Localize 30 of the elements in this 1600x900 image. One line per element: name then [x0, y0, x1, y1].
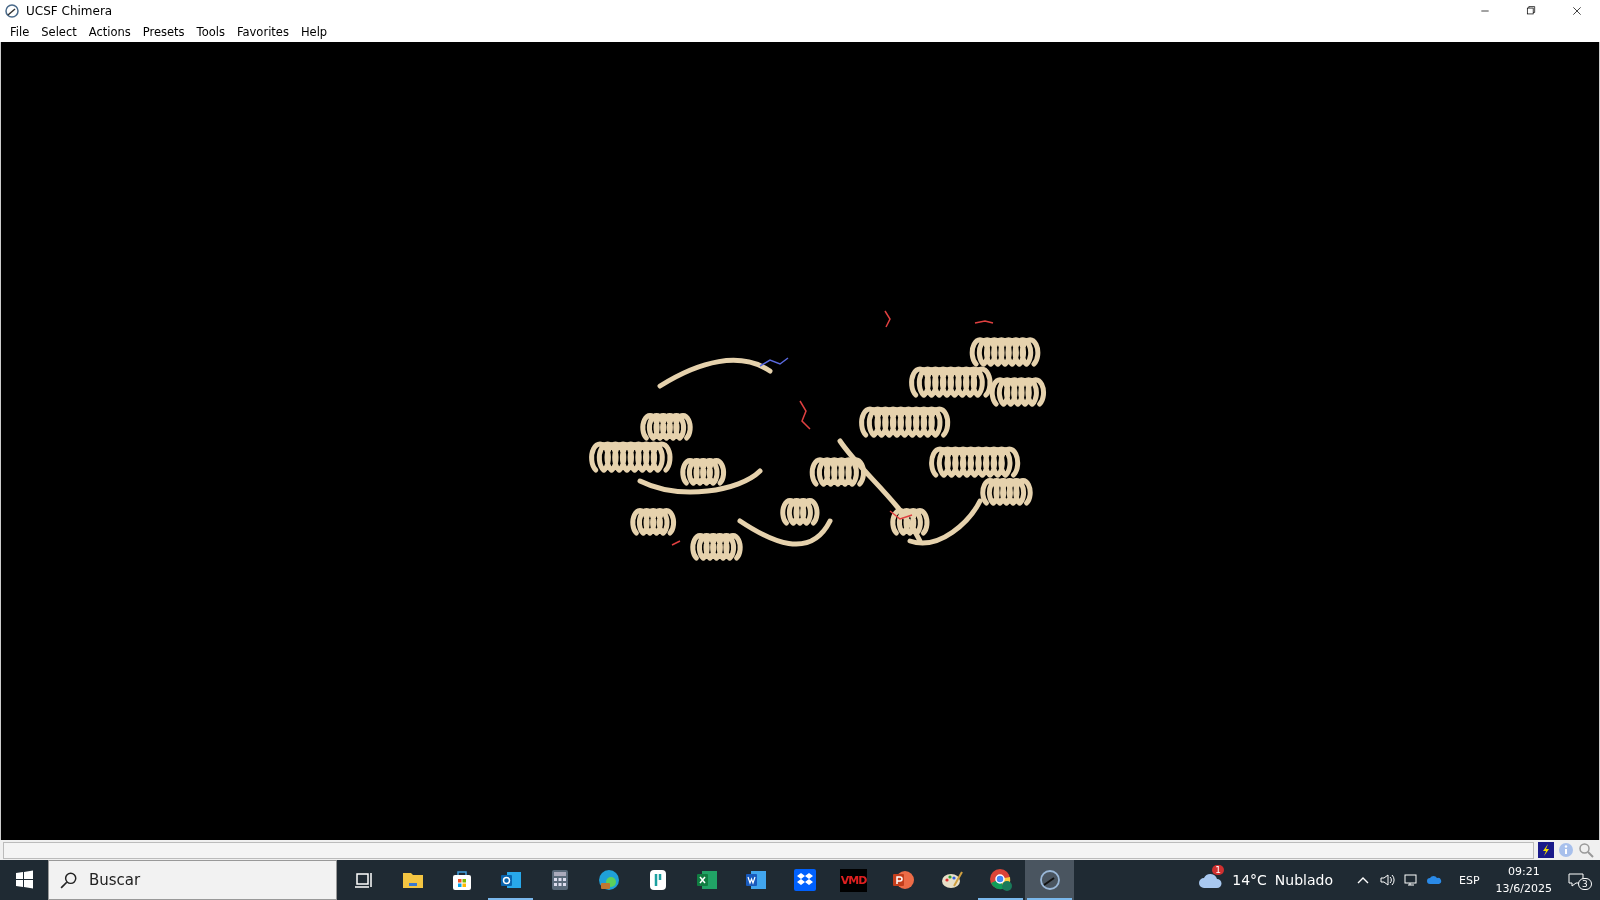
- browser-icon: [988, 868, 1013, 892]
- language-indicator[interactable]: ESP: [1459, 873, 1480, 887]
- lightning-icon[interactable]: [1538, 842, 1554, 858]
- notification-count: 3: [1578, 878, 1592, 890]
- browser-icon: [596, 868, 621, 892]
- app-icon: [4, 3, 20, 19]
- menu-item[interactable]: File: [4, 25, 36, 39]
- app-logo: VMD: [839, 868, 868, 892]
- slides-app-icon: [890, 868, 915, 892]
- menu-item[interactable]: Presets: [136, 25, 191, 39]
- menu-item[interactable]: Tools: [190, 25, 231, 39]
- app-icon: [1037, 868, 1062, 892]
- weather-condition[interactable]: Nublado: [1274, 872, 1333, 888]
- notification-icon[interactable]: [1568, 872, 1584, 888]
- box-app-icon: [792, 868, 817, 892]
- document-app-icon: [743, 868, 768, 892]
- search-icon: [60, 871, 78, 889]
- clock[interactable]: 09:21 13/6/2025: [1495, 863, 1552, 897]
- menu-item[interactable]: Favorites: [230, 25, 295, 39]
- speaker-icon[interactable]: [1379, 872, 1395, 888]
- spreadsheet-app-icon: [694, 868, 719, 892]
- taskbar-app[interactable]: VMD: [829, 860, 878, 900]
- menu-item[interactable]: Actions: [82, 25, 137, 39]
- temperature-text[interactable]: 14°C: [1232, 872, 1267, 888]
- network-icon[interactable]: [1403, 872, 1419, 888]
- weather-badge: 1: [1212, 865, 1224, 875]
- window-title: UCSF Chimera: [26, 4, 113, 18]
- search-field[interactable]: Buscar: [48, 860, 337, 900]
- menu-item[interactable]: Select: [35, 25, 83, 39]
- menu-item[interactable]: Help: [294, 25, 334, 39]
